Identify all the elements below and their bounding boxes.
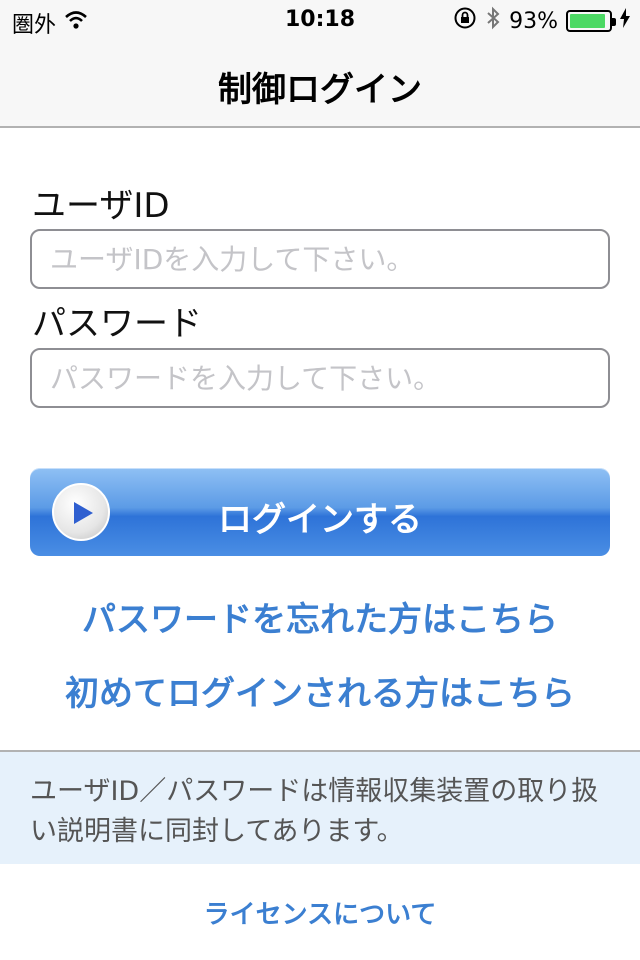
nav-bar: 制御ログイン	[0, 40, 640, 128]
status-bar: 圏外 10:18 93%	[0, 0, 640, 40]
password-label: パスワード	[32, 304, 202, 344]
charging-bolt-icon	[620, 8, 630, 34]
battery-icon	[566, 10, 616, 32]
password-input[interactable]	[30, 348, 610, 408]
forgot-password-link[interactable]: パスワードを忘れた方はこちら	[0, 592, 640, 641]
info-text: ユーザID／パスワードは情報収集装置の取り扱い説明書に同封してあります。	[30, 776, 599, 847]
login-button[interactable]: ログインする	[30, 468, 610, 556]
status-right: 93%	[453, 6, 630, 36]
page-title: 制御ログイン	[218, 70, 422, 110]
battery-tip	[612, 18, 616, 26]
login-screen: 圏外 10:18 93% 制御ログイン ユーザID ユーザIDを入力して下さい。…	[0, 0, 640, 960]
user-id-input[interactable]	[30, 229, 610, 289]
first-login-link[interactable]: 初めてログインされる方はこちら	[0, 666, 640, 715]
bluetooth-icon	[485, 6, 501, 36]
battery-percent: 93%	[509, 8, 558, 34]
info-panel: ユーザID／パスワードは情報収集装置の取り扱い説明書に同封してあります。	[0, 750, 640, 864]
login-button-label: ログインする	[218, 500, 422, 540]
user-id-label: ユーザID	[32, 186, 170, 226]
battery-fill	[570, 14, 606, 28]
license-link[interactable]: ライセンスについて	[0, 894, 640, 931]
rotation-lock-icon	[453, 6, 477, 36]
